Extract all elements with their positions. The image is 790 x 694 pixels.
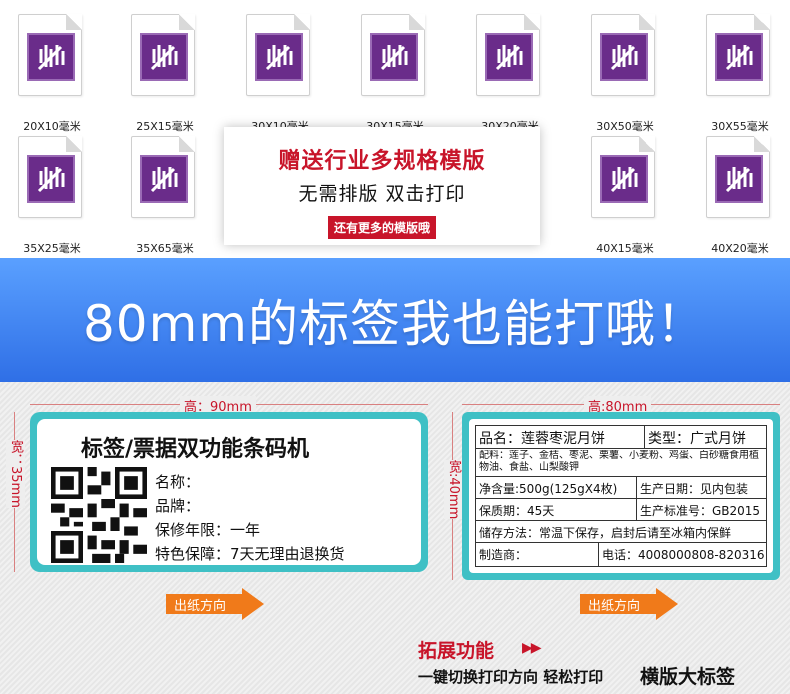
file-caption: 40X15毫米 — [596, 242, 654, 255]
net-weight: 净含量:500g(125gX4枚) — [479, 482, 618, 496]
production-standard: 生产标准号：GB2015 — [640, 504, 761, 518]
template-file[interactable]: 25X15毫米 — [113, 14, 223, 133]
label-field-warranty: 保修年限：一年 — [155, 521, 261, 539]
file-icon — [476, 14, 540, 96]
template-file[interactable]: 40X20毫米 — [688, 136, 790, 255]
template-file[interactable]: 30X10毫米 — [228, 14, 338, 133]
feed-direction-arrow: 出纸方向 — [166, 588, 266, 620]
app-logo-icon — [27, 33, 75, 81]
product-info-table: 品名：莲蓉枣泥月饼 类型：广式月饼 配料：莲子、金桔、枣泥、栗薯、小麦粉、鸡蛋、… — [475, 425, 767, 567]
product-ingredients: 配料：莲子、金桔、枣泥、栗薯、小麦粉、鸡蛋、白砂糖食用植物油、食盐、山梨酸钾 — [479, 450, 759, 473]
app-logo-icon — [370, 33, 418, 81]
label-field-brand: 品牌： — [155, 497, 201, 515]
template-file[interactable]: 35X25毫米 — [0, 136, 110, 255]
extension-highlight: 横版大标签 — [640, 666, 736, 688]
storage-method: 储存方法：常温下保存，启封后请至冰箱内保鲜 — [479, 526, 732, 540]
shelf-life: 保质期：45天 — [479, 504, 555, 518]
file-caption: 30X55毫米 — [711, 120, 769, 133]
production-date: 生产日期：见内包装 — [640, 482, 749, 496]
height-dimension: 宽:40mm — [444, 460, 463, 520]
template-file[interactable]: 30X20毫米 — [458, 14, 568, 133]
qr-code-icon — [51, 467, 147, 563]
banner: 80mm的标签我也能打哦！ — [0, 258, 790, 382]
promo-subline: 无需排版 双击打印 — [298, 183, 466, 205]
app-logo-icon — [27, 155, 75, 203]
banner-text: 80mm的标签我也能打哦！ — [82, 295, 708, 353]
file-icon — [706, 136, 770, 218]
file-icon — [131, 136, 195, 218]
file-icon — [706, 14, 770, 96]
template-file[interactable]: 30X50毫米 — [573, 14, 683, 133]
label-field-name: 名称： — [155, 473, 201, 491]
promo-tag: 还有更多的模版哦 — [327, 216, 436, 239]
promo-card: 赠送行业多规格模版 无需排版 双击打印 还有更多的模版哦 — [224, 127, 540, 245]
extension-description: 一键切换打印方向 轻松打印 — [418, 668, 604, 686]
label-field-guarantee: 特色保障：7天无理由退换货 — [155, 545, 345, 563]
double-arrow-icon: ▶▶ — [522, 640, 541, 656]
extension-title: 拓展功能 — [418, 640, 495, 662]
file-caption: 35X65毫米 — [136, 242, 194, 255]
manufacturer: 制造商： — [479, 548, 528, 562]
app-logo-icon — [715, 155, 763, 203]
file-icon — [18, 14, 82, 96]
feed-direction-text: 出纸方向 — [174, 599, 227, 614]
file-icon — [591, 136, 655, 218]
file-icon — [18, 136, 82, 218]
height-dimension: 宽：35mm — [6, 440, 25, 508]
feed-direction-text: 出纸方向 — [588, 599, 641, 614]
file-icon — [246, 14, 310, 96]
template-file[interactable]: 30X15毫米 — [343, 14, 453, 133]
page: 20X10毫米 25X15毫米 30X10毫米 30X15毫米 30X20毫米 … — [0, 0, 790, 694]
arrow-right-icon — [656, 588, 678, 620]
feed-direction-arrow: 出纸方向 — [580, 588, 680, 620]
app-logo-icon — [255, 33, 303, 81]
label-large: 品名：莲蓉枣泥月饼 类型：广式月饼 配料：莲子、金桔、枣泥、栗薯、小麦粉、鸡蛋、… — [462, 412, 780, 580]
template-file[interactable]: 30X55毫米 — [688, 14, 790, 133]
label-small: 标签/票据双功能条码机 名称： 品牌： 保修年限：一年 特色保障：7天无理由退换… — [30, 412, 428, 572]
file-caption: 35X25毫米 — [23, 242, 81, 255]
phone: 电话：4008000808-820316 — [602, 548, 765, 562]
label-title: 标签/票据双功能条码机 — [81, 437, 310, 462]
file-icon — [131, 14, 195, 96]
template-file[interactable]: 35X65毫米 — [113, 136, 223, 255]
file-caption: 40X20毫米 — [711, 242, 769, 255]
app-logo-icon — [600, 33, 648, 81]
file-icon — [591, 14, 655, 96]
app-logo-icon — [485, 33, 533, 81]
file-caption: 30X50毫米 — [596, 120, 654, 133]
app-logo-icon — [600, 155, 648, 203]
file-caption: 20X10毫米 — [23, 120, 81, 133]
template-file[interactable]: 20X10毫米 — [0, 14, 110, 133]
app-logo-icon — [715, 33, 763, 81]
file-caption: 25X15毫米 — [136, 120, 194, 133]
label-large-face: 品名：莲蓉枣泥月饼 类型：广式月饼 配料：莲子、金桔、枣泥、栗薯、小麦粉、鸡蛋、… — [469, 419, 773, 573]
label-small-face: 标签/票据双功能条码机 名称： 品牌： 保修年限：一年 特色保障：7天无理由退换… — [37, 419, 421, 565]
file-icon — [361, 14, 425, 96]
arrow-right-icon — [242, 588, 264, 620]
promo-headline: 赠送行业多规格模版 — [278, 149, 486, 174]
template-file[interactable]: 40X15毫米 — [573, 136, 683, 255]
product-name: 品名：莲蓉枣泥月饼 — [479, 431, 605, 447]
app-logo-icon — [140, 33, 188, 81]
product-type: 类型：广式月饼 — [648, 431, 746, 447]
app-logo-icon — [140, 155, 188, 203]
template-file-grid: 20X10毫米 25X15毫米 30X10毫米 30X15毫米 30X20毫米 … — [0, 0, 790, 258]
